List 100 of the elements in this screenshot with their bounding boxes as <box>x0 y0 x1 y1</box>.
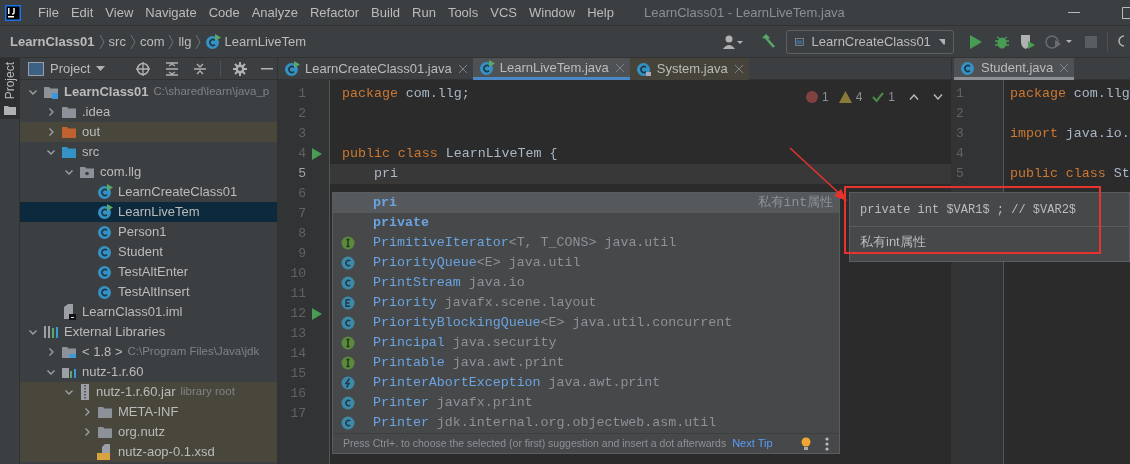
menu-item[interactable]: View <box>99 2 140 23</box>
completion-item[interactable]: private <box>333 213 839 233</box>
completion-item[interactable]: PriorityQueue<E> java.util <box>333 253 839 273</box>
menu-item[interactable]: VCS <box>484 2 523 23</box>
breadcrumb[interactable]: llg <box>178 31 192 52</box>
enum-icon <box>341 296 355 310</box>
editor-tab[interactable]: Student.java <box>954 58 1075 80</box>
bug-icon[interactable] <box>995 34 1009 49</box>
tree-item[interactable]: src <box>20 142 277 162</box>
completion-item[interactable]: PrimitiveIterator<T, T_CONS> java.util <box>333 233 839 253</box>
tree-item[interactable]: LearnCreateClass01 <box>20 182 277 202</box>
tree-item[interactable]: LearnLiveTem <box>20 202 277 222</box>
menu-item[interactable]: Help <box>581 2 620 23</box>
completion-item[interactable]: Priority javafx.scene.layout <box>333 293 839 313</box>
lightbulb-icon[interactable] <box>801 436 811 451</box>
menu-item[interactable]: Run <box>406 2 442 23</box>
panel-title[interactable]: Project <box>50 58 91 79</box>
package-name: jdk.internal.org.objectweb.asm.util <box>436 414 717 433</box>
run-icon[interactable] <box>970 34 982 49</box>
tree-item[interactable]: META-INF <box>20 402 277 422</box>
menu-item[interactable]: Analyze <box>245 2 304 23</box>
completion-item[interactable]: Printer jdk.internal.org.objectweb.asm.util <box>333 413 839 433</box>
run-icon[interactable] <box>312 148 322 160</box>
menu-item[interactable]: Build <box>365 2 406 23</box>
tree-item[interactable]: nutz-1.r.60.jar library root <box>20 382 277 402</box>
completion-item[interactable]: Printer javafx.print <box>333 393 839 413</box>
settings-icon[interactable] <box>233 61 247 76</box>
editor-tab[interactable]: LearnCreateClass01.java <box>278 58 473 80</box>
run-configuration-dropdown[interactable]: LearnCreateClass01 <box>786 29 954 54</box>
editor-tab[interactable]: LearnLiveTem.java <box>472 58 630 80</box>
completion-item[interactable]: Principal java.security <box>333 333 839 353</box>
maximize-icon[interactable] <box>1122 6 1130 19</box>
user-icon[interactable] <box>722 33 744 50</box>
menu-item[interactable]: Refactor <box>303 2 366 23</box>
breadcrumb[interactable]: src <box>108 31 126 52</box>
search-icon[interactable] <box>1118 34 1124 49</box>
next-tip-link[interactable]: Next Tip <box>732 435 773 452</box>
expand-all-icon[interactable] <box>166 61 178 76</box>
tree-item-path: C:\shared\learn\java_p <box>153 84 270 100</box>
tree-item[interactable]: Person1 <box>20 222 277 242</box>
minimize-icon[interactable] <box>1068 11 1080 14</box>
tree-item[interactable]: Student <box>20 242 277 262</box>
profiler-icon[interactable] <box>1045 33 1073 50</box>
libraries-icon <box>43 325 59 339</box>
tab-label: System.java <box>656 60 728 79</box>
breadcrumb[interactable]: com <box>139 31 165 52</box>
app-logo-icon <box>5 4 21 21</box>
menu-item[interactable]: File <box>32 2 65 23</box>
project-tool-tab[interactable]: Project <box>0 58 20 120</box>
tree-item[interactable]: org.nutz <box>20 422 277 442</box>
next-icon[interactable] <box>933 94 943 100</box>
chevron-down-icon[interactable] <box>28 327 38 337</box>
tree-item[interactable]: out <box>20 122 277 142</box>
tree-item[interactable]: TestAltEnter <box>20 262 277 282</box>
tree-item[interactable]: LearnClass01.iml <box>20 302 277 322</box>
close-icon[interactable] <box>458 65 467 73</box>
menu-item[interactable]: Code <box>202 2 246 23</box>
menu-item[interactable]: Navigate <box>139 2 203 23</box>
tree-item[interactable]: nutz-aop-0.1.xsd <box>20 442 277 462</box>
completion-item[interactable]: PriorityBlockingQueue<E> java.util.concurrent <box>333 313 839 333</box>
tree-item[interactable]: TestAltInsert <box>20 282 277 302</box>
editor-tab[interactable]: System.java <box>629 58 749 80</box>
tree-item[interactable]: LearnClass01 C:\shared\learn\java_p <box>20 82 277 102</box>
hammer-icon[interactable] <box>760 33 776 50</box>
locate-icon[interactable] <box>136 61 150 76</box>
caret-icon[interactable] <box>96 66 106 71</box>
run-icon[interactable] <box>312 308 322 320</box>
minimize-icon[interactable] <box>261 67 273 70</box>
collapse-all-icon[interactable] <box>194 61 206 76</box>
interface-icon <box>341 236 355 250</box>
tree-item-label: External Libraries <box>64 323 166 342</box>
tree-item[interactable]: com.llg <box>20 162 277 182</box>
chevron-right-icon[interactable] <box>46 347 56 357</box>
completion-item[interactable]: PrintStream java.io <box>333 273 839 293</box>
previous-icon[interactable] <box>909 94 919 100</box>
completion-name: Printable <box>373 354 445 373</box>
chevron-down-icon[interactable] <box>28 87 38 97</box>
breadcrumb[interactable]: LearnClass01 <box>10 31 95 52</box>
separator-icon <box>194 33 203 50</box>
completion-name: PriorityBlockingQueue <box>373 314 541 333</box>
runnable-class-icon <box>205 33 222 50</box>
tree-item-label: nutz-aop-0.1.xsd <box>118 443 215 462</box>
menu-item[interactable]: Window <box>522 2 582 23</box>
completion-item[interactable]: Printable java.awt.print <box>333 353 839 373</box>
menu-item[interactable]: Tools <box>441 2 485 23</box>
warning-icon[interactable] <box>838 91 852 103</box>
check-icon[interactable] <box>872 91 885 103</box>
tree-item[interactable]: External Libraries <box>20 322 277 342</box>
tree-item-label: nutz-1.r.60 <box>82 363 144 382</box>
tree-item[interactable]: nutz-1.r.60 <box>20 362 277 382</box>
more-icon[interactable] <box>825 436 829 451</box>
class-icon <box>341 256 355 270</box>
tree-item[interactable]: < 1.8 > C:\Program Files\Java\jdk <box>20 342 277 362</box>
completion-item[interactable]: PrinterAbortException java.awt.print <box>333 373 839 393</box>
menu-item[interactable]: Edit <box>64 2 100 23</box>
breadcrumb[interactable]: LearnLiveTem <box>224 31 307 52</box>
class-icon <box>341 316 355 330</box>
coverage-icon[interactable] <box>1020 33 1036 50</box>
tree-item[interactable]: .idea <box>20 102 277 122</box>
close-icon[interactable] <box>734 65 743 73</box>
